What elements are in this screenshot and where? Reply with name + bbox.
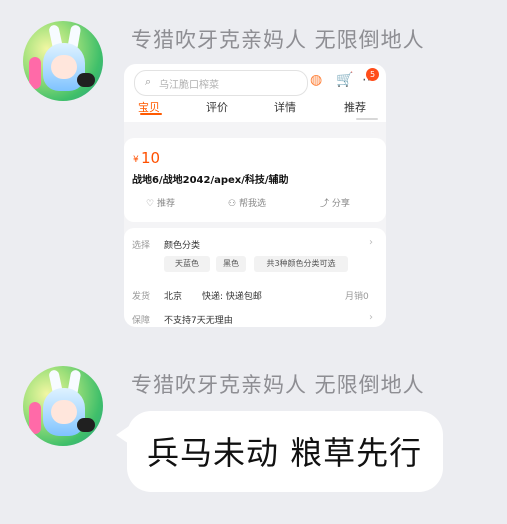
ship-method: 快递: 快递包邮	[202, 292, 262, 302]
share-icon: ⤴	[320, 199, 330, 209]
tab-details[interactable]: 详情	[274, 99, 296, 115]
product-card-message[interactable]: ⌕ 乌江脆口榨菜 ◍ 🛒 ⋯ 5 宝贝 评价 详情 推荐 ¥ 10 战地6/战地…	[124, 64, 386, 327]
spec-panel: 选择 颜色分类 › 天蓝色 黑色 共3种颜色分类可选 发货 北京 快递: 快递包…	[124, 228, 386, 327]
option-chip[interactable]: 共3种颜色分类可选	[254, 256, 348, 272]
avatar-glove	[77, 418, 95, 432]
recommend-label: 推荐	[156, 199, 175, 209]
product-title: 战地6/战地2042/apex/科技/辅助	[132, 175, 289, 186]
tab-reviews[interactable]: 评价	[206, 99, 228, 115]
active-tab-indicator	[140, 113, 162, 115]
search-placeholder: 乌江脆口榨菜	[159, 80, 219, 91]
avatar-glove	[77, 73, 95, 87]
guarantee-label: 保障	[132, 316, 151, 326]
cart-icon[interactable]: 🛒	[336, 72, 353, 88]
avatar-face	[51, 55, 77, 79]
heart-icon: ♡	[146, 199, 155, 209]
sender-name: 专猎吹牙克亲妈人 无限倒地人	[131, 373, 425, 397]
search-input[interactable]: ⌕ 乌江脆口榨菜	[134, 70, 308, 96]
sales-count: 月销0	[345, 292, 369, 302]
recommend-button[interactable]: ♡ 推荐	[146, 196, 175, 209]
price: 10	[141, 149, 161, 167]
ship-from: 北京	[164, 292, 183, 302]
people-icon: ⚇	[228, 199, 237, 209]
tab-recommend[interactable]: 推荐	[344, 99, 366, 115]
product-topbar: ⌕ 乌江脆口榨菜 ◍ 🛒 ⋯ 5 宝贝 评价 详情 推荐	[124, 64, 386, 122]
share-button[interactable]: ⤴ 分享	[320, 196, 350, 209]
avatar-face	[51, 400, 77, 424]
avatar-ribbon	[29, 57, 41, 89]
ship-label: 发货	[132, 292, 151, 302]
coin-icon[interactable]: ◍	[310, 72, 322, 88]
search-icon: ⌕	[145, 75, 152, 88]
cart-badge: 5	[366, 68, 379, 81]
select-value[interactable]: 颜色分类	[164, 238, 200, 251]
sender-avatar[interactable]	[23, 366, 103, 446]
option-chip[interactable]: 天蓝色	[164, 256, 210, 272]
help-choose-label: 帮我选	[238, 199, 266, 209]
chevron-right-icon: ›	[369, 237, 373, 248]
price-panel: ¥ 10 战地6/战地2042/apex/科技/辅助 ♡ 推荐 ⚇ 帮我选 ⤴ …	[124, 138, 386, 222]
guarantee-value: 不支持7天无理由	[164, 316, 233, 326]
avatar-ribbon	[29, 402, 41, 434]
share-label: 分享	[331, 199, 350, 209]
sender-avatar[interactable]	[23, 21, 103, 101]
tab-scroll-indicator	[356, 118, 378, 120]
chevron-right-icon: ›	[369, 312, 373, 323]
select-label: 选择	[132, 241, 151, 251]
option-chip[interactable]: 黑色	[216, 256, 246, 272]
message-text: 兵马未动 粮草先行	[147, 434, 423, 472]
help-choose-button[interactable]: ⚇ 帮我选	[228, 196, 266, 209]
product-tabs: 宝贝 评价 详情 推荐	[124, 97, 386, 121]
sender-name: 专猎吹牙克亲妈人 无限倒地人	[131, 28, 425, 52]
bubble-tail	[116, 426, 129, 444]
price-currency: ¥	[133, 155, 139, 165]
